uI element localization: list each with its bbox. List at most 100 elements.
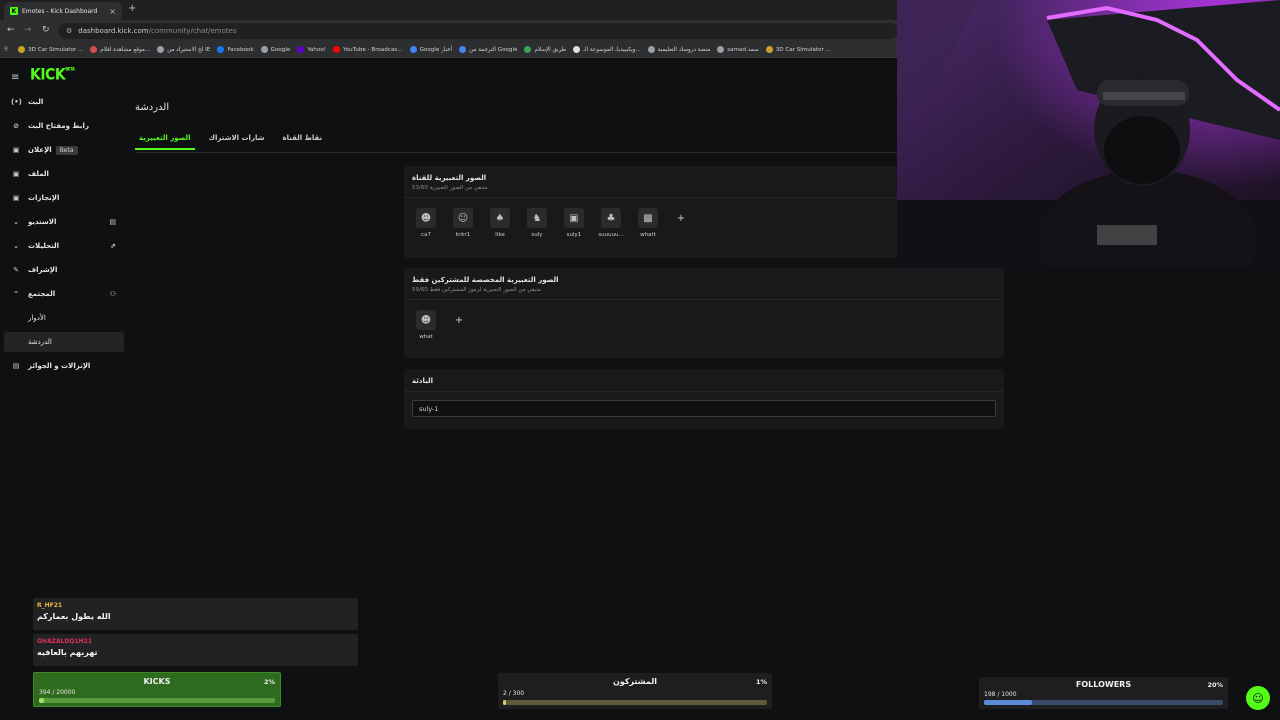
sidebar-item-icon: ⌃ <box>13 290 19 298</box>
emote-image: ☻ <box>416 208 436 228</box>
sidebar-item[interactable]: ▤ الإنزالات و الجوائز <box>4 356 124 376</box>
headset-icon: ☺ <box>1252 691 1264 705</box>
kicks-goal-track <box>39 698 275 703</box>
tab-channel-points[interactable]: نقاط القناة <box>279 132 327 150</box>
bookmark-label: YouTube - Broadcas... <box>343 46 403 53</box>
sidebar-item-label: الأدوار <box>28 314 46 322</box>
kicks-goal-percent: 2% <box>263 678 275 686</box>
sidebar-item-label: الإنزالات و الجوائز <box>28 362 91 370</box>
sidebar-item[interactable]: الدردشة <box>4 332 124 352</box>
tab-close-icon[interactable]: × <box>109 7 116 16</box>
add-emote-button[interactable]: + <box>449 310 469 330</box>
add-emote-button[interactable]: + <box>671 208 691 228</box>
bookmark-item[interactable]: 3D Car Simulator ... <box>765 46 838 53</box>
menu-icon[interactable]: ≡ <box>11 72 19 83</box>
sub-emotes-subtitle: 59/60 متبقي من الصور التعبيرية لرموز الم… <box>412 287 541 293</box>
back-icon[interactable]: ← <box>7 25 15 35</box>
subscribers-goal-fill <box>503 700 506 705</box>
sidebar-item[interactable]: ⊘ رابط ومفتاح البث <box>4 116 124 136</box>
url-path: /community/chat/emotes <box>148 27 237 35</box>
sidebar-item-action-icon[interactable]: ⚇ <box>110 290 116 298</box>
kicks-goal-fill <box>39 698 44 703</box>
bookmark-favicon-icon <box>459 46 467 53</box>
sidebar-item[interactable]: ⌄ الاستديو ▤ <box>4 212 124 232</box>
bookmark-label: لخ الاستيراد من IE <box>167 46 211 53</box>
sidebar-item-label: الإعلان <box>28 146 52 154</box>
chat-message: GHAZALDQ1H21 تهربهم بالعافيه <box>33 634 358 666</box>
bookmark-item[interactable]: Google أخبار <box>409 46 460 53</box>
emote-item[interactable]: ☻ what <box>412 310 440 340</box>
webcam-overlay <box>897 0 1280 268</box>
bookmark-label: طريق الإسلام <box>534 46 567 53</box>
bookmark-item[interactable]: الترجمة من Google <box>459 46 524 53</box>
page-title: الدردشة <box>135 102 170 113</box>
tab-emotes[interactable]: الصور التعبيرية <box>135 132 195 150</box>
forward-icon[interactable]: → <box>24 25 32 35</box>
support-chat-button[interactable]: ☺ <box>1246 686 1270 710</box>
site-info-icon[interactable]: ⚙ <box>66 27 72 35</box>
sidebar-item[interactable]: ▣ الملف <box>4 164 124 184</box>
bookmark-item[interactable]: Google <box>260 46 298 53</box>
emote-image: ▩ <box>638 208 658 228</box>
sidebar-item-label: الاستديو <box>28 218 57 226</box>
sidebar-item-label: الدردشة <box>28 338 52 346</box>
kicks-goal: KICKS 2% 394 / 20000 <box>33 672 281 707</box>
bookmark-item[interactable]: ويكيبيديا، الموسوعة الـ... <box>573 46 648 53</box>
subscribers-goal: المشتركون 1% 2 / 300 <box>498 673 772 709</box>
bookmark-item[interactable]: samad.سمد <box>717 46 765 53</box>
sidebar-item-action-icon[interactable]: ▤ <box>109 218 116 226</box>
bookmark-label: 3D Car Simulator ... <box>28 46 84 53</box>
apps-icon[interactable]: ⠿ <box>4 47 18 53</box>
emote-item[interactable]: ♠ like <box>486 208 514 238</box>
bookmark-item[interactable]: Yahoo! <box>297 46 333 53</box>
bookmark-favicon-icon <box>573 46 581 53</box>
tab-sub-badges[interactable]: شارات الاشتراك <box>205 132 269 150</box>
bookmark-item[interactable]: موقع مشاهدة افلام... <box>90 46 157 53</box>
emote-item[interactable]: ▩ whatt <box>634 208 662 238</box>
subscribers-goal-title: المشتركون <box>613 677 657 686</box>
bookmark-favicon-icon <box>765 46 773 53</box>
sidebar-item[interactable]: ▣ الإعلان Beta <box>4 140 124 160</box>
reload-icon[interactable]: ↻ <box>42 25 50 35</box>
emote-item[interactable]: ☺ krkr1 <box>449 208 477 238</box>
bookmark-item[interactable]: لخ الاستيراد من IE <box>157 46 217 53</box>
bookmark-item[interactable]: YouTube - Broadcas... <box>333 46 410 53</box>
new-tab-button[interactable]: + <box>128 3 136 14</box>
sidebar-item-label: المجتمع <box>28 290 56 298</box>
emote-item[interactable]: ☻ ca7 <box>412 208 440 238</box>
sidebar-item[interactable]: ⌄ التحليلات ⇗ <box>4 236 124 256</box>
bookmark-item[interactable]: منصة دروسك التعليمية <box>647 46 718 53</box>
sidebar-item[interactable]: ⌃ المجتمع ⚇ <box>4 284 124 304</box>
emote-item[interactable]: ▣ suly1 <box>560 208 588 238</box>
emote-item[interactable]: ♣ suuuuu... <box>597 208 625 238</box>
sidebar-item[interactable]: الأدوار <box>4 308 124 328</box>
browser-tab[interactable]: K Emotes - Kick Dashboard × <box>4 2 122 20</box>
bookmark-item[interactable]: Facebook <box>217 46 260 53</box>
followers-goal-percent: 20% <box>1207 681 1223 689</box>
beta-badge: Beta <box>55 145 78 155</box>
chat-username: R_HF21 <box>37 602 63 609</box>
bookmark-favicon-icon <box>90 46 98 53</box>
kick-logo[interactable]: KICKBETA <box>30 66 75 84</box>
url-input[interactable]: ⚙ dashboard.kick.com/community/chat/emot… <box>58 23 898 39</box>
emote-item[interactable]: ♞ suly <box>523 208 551 238</box>
bookmark-favicon-icon <box>18 46 26 53</box>
subscribers-goal-track <box>503 700 767 705</box>
bookmark-favicon-icon <box>524 46 532 53</box>
emote-image: ♠ <box>490 208 510 228</box>
subscribers-goal-count: 2 / 300 <box>503 690 525 697</box>
bookmark-item[interactable]: 3D Car Simulator ... <box>18 46 90 53</box>
sidebar-item[interactable]: (•) البث <box>4 92 124 112</box>
bookmark-favicon-icon <box>647 46 655 53</box>
sidebar-item[interactable]: ▣ الإنجازات <box>4 188 124 208</box>
sidebar-item-icon: ▣ <box>12 194 20 202</box>
tab-title: Emotes - Kick Dashboard <box>22 7 98 15</box>
emote-image: ☻ <box>416 310 436 330</box>
sidebar-item-icon: ▤ <box>12 362 20 370</box>
sidebar-item-action-icon[interactable]: ⇗ <box>110 242 116 250</box>
bookmark-item[interactable]: طريق الإسلام <box>524 46 573 53</box>
sidebar-item-icon: ▣ <box>12 170 20 178</box>
prefix-input[interactable]: suly-1 <box>412 400 996 417</box>
sidebar-item[interactable]: ✎ الإشراف <box>4 260 124 280</box>
emote-image: ♣ <box>601 208 621 228</box>
